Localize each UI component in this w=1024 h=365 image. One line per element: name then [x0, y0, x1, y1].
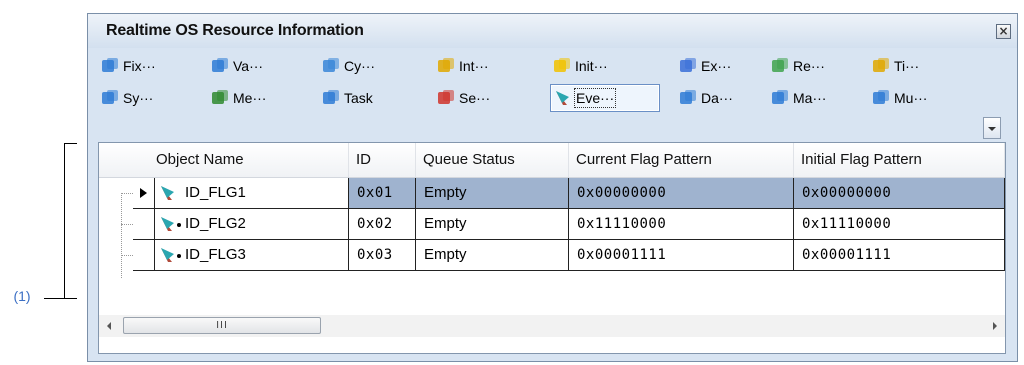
toolbar: Fix··· Va··· Cy··· Int··· Init··· Ex··· Re··· T…	[98, 52, 1018, 122]
mailbox-icon	[770, 88, 790, 108]
callout-bracket	[64, 143, 77, 299]
toolbar-button-label: Va···	[233, 58, 264, 74]
toolbar-button-mutex[interactable]: Mu···	[869, 84, 959, 112]
toolbar-button-initialize-routine[interactable]: Init···	[550, 52, 660, 80]
scroll-thumb[interactable]: III	[123, 317, 321, 334]
object-name-text: ID_FLG3	[185, 246, 246, 263]
cell-id[interactable]: 0x02	[349, 209, 416, 240]
toolbar-button-label: Init···	[575, 58, 608, 74]
toolbar-button-task[interactable]: Task	[319, 84, 429, 112]
window-title: Realtime OS Resource Information	[106, 22, 364, 39]
callout-label: (1)	[13, 288, 31, 304]
exception-handler-icon	[678, 56, 698, 76]
toolbar-button-data-queue[interactable]: Da···	[676, 84, 761, 112]
row-header[interactable]	[133, 178, 155, 209]
toolbar-button-variable-memory-pool[interactable]: Va···	[208, 52, 308, 80]
cell-name[interactable]: ID_FLG2	[155, 209, 349, 240]
cell-id[interactable]: 0x03	[349, 240, 416, 271]
toolbar-button-semaphore[interactable]: Se···	[434, 84, 544, 112]
cell-initial[interactable]: 0x11110000	[794, 209, 1005, 240]
memory-icon	[210, 88, 230, 108]
close-button[interactable]: ×	[996, 24, 1011, 39]
eventflag-icon	[158, 183, 180, 205]
toolbar-button-label: Task	[344, 90, 373, 106]
col-queue-status[interactable]: Queue Status	[416, 143, 569, 177]
toolbar-button-label: Mu···	[894, 90, 928, 106]
toolbar-button-memory[interactable]: Me···	[208, 84, 308, 112]
scroll-left-button[interactable]	[99, 315, 121, 337]
toolbar-button-label: Eve···	[573, 88, 617, 108]
table-row[interactable]: ID_FLG3 0x03 Empty 0x00001111 0x00001111	[99, 240, 1005, 271]
cell-queue[interactable]: Empty	[416, 240, 569, 271]
callout-leader-line	[44, 298, 64, 299]
horizontal-scrollbar[interactable]: III	[99, 315, 1005, 337]
eventflag-icon	[553, 88, 573, 108]
cell-current[interactable]: 0x00001111	[569, 240, 794, 271]
row-header[interactable]	[133, 240, 155, 271]
toolbar-button-cyclic-handler[interactable]: Cy···	[319, 52, 429, 80]
variable-memory-pool-icon	[210, 56, 230, 76]
cyclic-handler-icon	[321, 56, 341, 76]
toolbar-button-label: Me···	[233, 90, 267, 106]
toolbar-button-mailbox[interactable]: Ma···	[768, 84, 863, 112]
toolbar-button-label: Ex···	[701, 58, 732, 74]
toolbar-button-system-status[interactable]: Sy···	[98, 84, 198, 112]
toolbar-button-fixed-memory-pool[interactable]: Fix···	[98, 52, 198, 80]
toolbar-button-label: Ti···	[894, 58, 920, 74]
cell-id[interactable]: 0x01	[349, 178, 416, 209]
eventflag-icon	[158, 245, 180, 267]
toolbar-button-exception-handler[interactable]: Ex···	[676, 52, 761, 80]
header-spacer	[99, 143, 149, 177]
toolbar-button-timer-queue[interactable]: Ti···	[869, 52, 959, 80]
cell-initial[interactable]: 0x00001111	[794, 240, 1005, 271]
toolbar-button-label: Int···	[459, 58, 489, 74]
cell-initial[interactable]: 0x00000000	[794, 178, 1005, 209]
object-name-text: ID_FLG1	[185, 184, 246, 201]
table-row[interactable]: ID_FLG2 0x02 Empty 0x11110000 0x11110000	[99, 209, 1005, 240]
ready-queue-icon	[770, 56, 790, 76]
cell-current[interactable]: 0x00000000	[569, 178, 794, 209]
toolbar-button-label: Ma···	[793, 90, 827, 106]
cell-queue[interactable]: Empty	[416, 209, 569, 240]
toolbar-button-label: Da···	[701, 90, 733, 106]
col-initial-flag-pattern[interactable]: Initial Flag Pattern	[794, 143, 1005, 177]
system-status-icon	[100, 88, 120, 108]
close-icon: ×	[998, 24, 1009, 38]
col-current-flag-pattern[interactable]: Current Flag Pattern	[569, 143, 794, 177]
timer-queue-icon	[871, 56, 891, 76]
semaphore-icon	[436, 88, 456, 108]
cell-queue[interactable]: Empty	[416, 178, 569, 209]
col-object-name[interactable]: Object Name	[149, 143, 349, 177]
toolbar-button-label: Sy···	[123, 90, 154, 106]
task-icon	[321, 88, 341, 108]
current-row-arrow-icon	[140, 188, 147, 198]
toolbar-button-label: Cy···	[344, 58, 376, 74]
table-row[interactable]: ID_FLG1 0x01 Empty 0x00000000 0x00000000	[99, 178, 1005, 209]
toolbar-button-eventflag[interactable]: Eve···	[550, 84, 660, 112]
mutex-icon	[871, 88, 891, 108]
fixed-memory-pool-icon	[100, 56, 120, 76]
cell-name[interactable]: ID_FLG1	[155, 178, 349, 209]
toolbar-overflow-button[interactable]	[983, 117, 1001, 139]
eventflag-icon	[158, 214, 180, 236]
toolbar-button-interrupt-handler[interactable]: Int···	[434, 52, 544, 80]
data-queue-icon	[678, 88, 698, 108]
object-name-text: ID_FLG2	[185, 215, 246, 232]
resource-grid: Object Name ID Queue Status Current Flag…	[98, 142, 1006, 354]
resource-info-window: Realtime OS Resource Information × Fix··…	[87, 13, 1018, 362]
toolbar-button-label: Fix···	[123, 58, 156, 74]
cell-current[interactable]: 0x11110000	[569, 209, 794, 240]
grid-header: Object Name ID Queue Status Current Flag…	[99, 143, 1005, 178]
title-bar: Realtime OS Resource Information ×	[88, 14, 1017, 48]
row-header[interactable]	[133, 209, 155, 240]
cell-name[interactable]: ID_FLG3	[155, 240, 349, 271]
scroll-right-button[interactable]	[983, 315, 1005, 337]
initialize-routine-icon	[552, 56, 572, 76]
toolbar-button-label: Re···	[793, 58, 825, 74]
toolbar-button-ready-queue[interactable]: Re···	[768, 52, 863, 80]
interrupt-handler-icon	[436, 56, 456, 76]
toolbar-button-label: Se···	[459, 90, 491, 106]
col-id[interactable]: ID	[349, 143, 416, 177]
